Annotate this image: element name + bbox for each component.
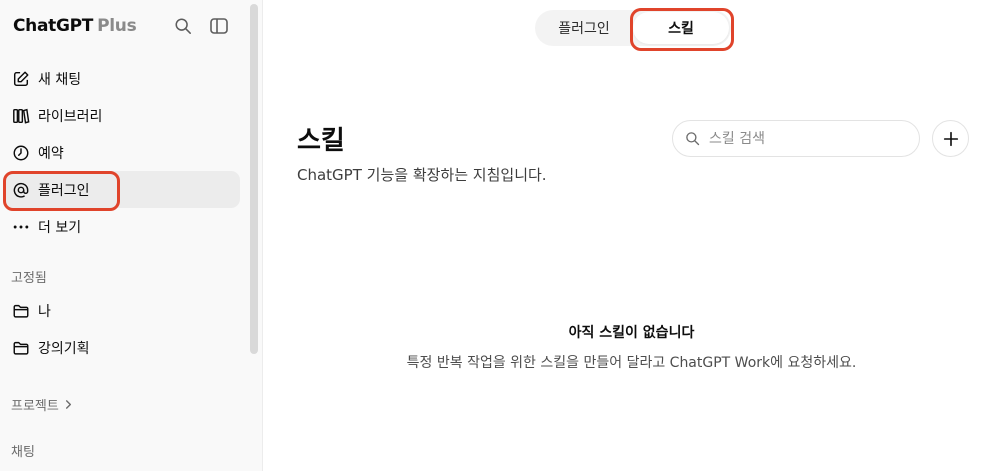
tab-switcher: 플러그인 스킬: [535, 10, 731, 46]
clock-icon: [12, 144, 30, 162]
chats-section-label: 채팅: [11, 445, 35, 460]
folder-icon: [12, 339, 30, 357]
sidebar-toggle-icon: [210, 18, 228, 34]
sidebar-item-label: 새 채팅: [38, 71, 82, 88]
empty-state-title: 아직 스킬이 없습니다: [568, 325, 695, 341]
page-title: 스킬: [297, 126, 345, 156]
sidebar-nav: 새 채팅 라이브러리 예약 플러그인 더 보기: [0, 60, 252, 245]
sidebar-item-scheduled[interactable]: 예약: [0, 134, 252, 171]
plus-icon: [943, 131, 958, 146]
page-subtitle: ChatGPT 기능을 확장하는 지침입니다.: [297, 166, 547, 184]
pinned-folder-me[interactable]: 나: [12, 299, 51, 323]
sidebar-scrollbar[interactable]: [250, 4, 258, 354]
pinned-section-label: 고정됨: [11, 271, 47, 286]
pinned-folder-lecture[interactable]: 강의기획: [12, 336, 90, 360]
search-icon: [685, 131, 701, 147]
tab-skills[interactable]: 스킬: [633, 12, 729, 44]
more-dots-icon: [12, 218, 30, 236]
sidebar-item-more[interactable]: 더 보기: [0, 208, 252, 245]
edit-icon: [12, 70, 30, 88]
folder-icon: [12, 302, 30, 320]
projects-section[interactable]: 프로젝트: [11, 395, 73, 414]
sidebar-item-new-chat[interactable]: 새 채팅: [0, 60, 252, 97]
folder-label: 나: [38, 304, 51, 320]
add-skill-button[interactable]: [932, 120, 969, 157]
sidebar-header: ChatGPT Plus: [13, 14, 242, 38]
sidebar-item-label: 플러그인: [38, 182, 90, 199]
skill-search-input[interactable]: [709, 130, 909, 147]
sidebar-item-label: 예약: [38, 145, 64, 162]
sidebar-item-plugins[interactable]: 플러그인: [4, 171, 240, 208]
sidebar: ChatGPT Plus 새 채팅 라이브러리 예약 플러그인 더 보기 고정됨…: [0, 0, 263, 471]
main-content: 플러그인 스킬 스킬 ChatGPT 기능을 확장하는 지침입니다. 아직 스킬…: [263, 0, 1000, 471]
toggle-sidebar-button[interactable]: [207, 14, 231, 38]
library-icon: [12, 107, 30, 125]
sidebar-item-label: 더 보기: [38, 219, 82, 236]
brand-title[interactable]: ChatGPT Plus: [13, 16, 137, 36]
app-window: ChatGPT Plus 새 채팅 라이브러리 예약 플러그인 더 보기 고정됨…: [0, 0, 1000, 471]
projects-label: 프로젝트: [11, 399, 59, 414]
search-button[interactable]: [171, 14, 195, 38]
folder-label: 강의기획: [38, 341, 90, 357]
chevron-right-icon: [65, 400, 71, 409]
search-icon: [175, 18, 191, 34]
sidebar-item-library[interactable]: 라이브러리: [0, 97, 252, 134]
tab-plugins[interactable]: 플러그인: [535, 10, 633, 46]
brand-plan: Plus: [97, 16, 137, 36]
skill-search-box[interactable]: [672, 120, 920, 157]
brand-name: ChatGPT: [13, 16, 94, 36]
sidebar-item-label: 라이브러리: [38, 108, 103, 125]
empty-state-description: 특정 반복 작업을 위한 스킬을 만들어 달라고 ChatGPT Work에 요…: [406, 355, 857, 371]
at-sign-icon: [12, 181, 30, 199]
